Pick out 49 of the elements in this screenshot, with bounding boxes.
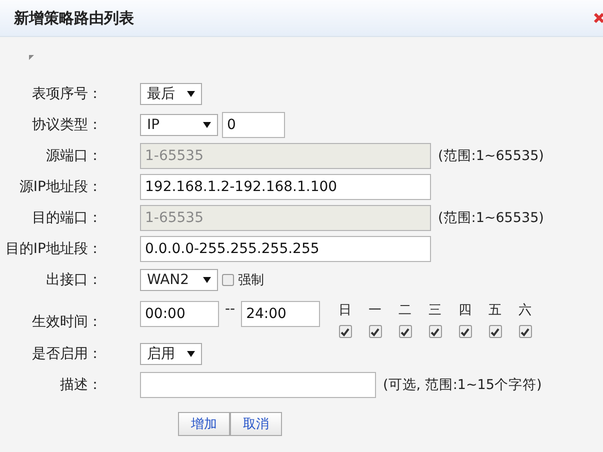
checkbox[interactable] [518, 325, 532, 338]
corner-icon [29, 55, 34, 60]
dropdown[interactable]: 启用 [140, 342, 202, 364]
checkbox-label: 强制 [238, 272, 264, 288]
weekday-label: 五 [488, 302, 502, 319]
weekday-label: 六 [518, 302, 532, 319]
field-label: 生效时间： [31, 313, 103, 331]
checkbox[interactable] [428, 325, 442, 338]
weekday-label: 二 [398, 302, 412, 319]
dropdown[interactable]: IP [140, 114, 218, 136]
caret-icon [187, 90, 195, 96]
time-field[interactable]: 24:00 [241, 301, 320, 327]
range-hint: (范围:1~65535) [438, 208, 544, 226]
form-button[interactable]: 取消 [230, 412, 282, 436]
field-label: 目的端口： [31, 208, 103, 226]
checkbox[interactable] [368, 325, 382, 338]
field-label: 源IP地址段： [18, 178, 103, 196]
form-button[interactable]: 增加 [178, 412, 230, 436]
field-label: 描述： [59, 376, 103, 394]
caret-icon [203, 122, 211, 128]
field-label: 源端口： [45, 146, 103, 164]
checkbox[interactable] [398, 325, 412, 338]
weekday-label: 日 [338, 302, 352, 319]
caret-icon [187, 350, 195, 356]
weekday-label: 一 [368, 302, 382, 319]
range-hint: (范围:1~65535) [438, 146, 544, 164]
checkbox[interactable] [488, 325, 502, 338]
close-icon[interactable] [593, 12, 603, 24]
field-label: 表项序号： [31, 84, 103, 102]
field-label: 是否启用： [31, 344, 103, 362]
checkbox[interactable] [338, 325, 352, 338]
input-field[interactable] [140, 372, 376, 398]
weekday-label: 三 [428, 302, 442, 319]
dropdown[interactable]: 最后 [140, 82, 202, 104]
weekday-label: 四 [458, 302, 472, 319]
dialog-title: 新增策略路由列表 [12, 8, 134, 28]
checkbox[interactable] [222, 274, 234, 286]
caret-icon [203, 276, 211, 282]
range-hint: (可选, 范围:1~15个字符) [383, 376, 542, 394]
separator: -- [225, 301, 236, 317]
dropdown[interactable]: WAN2 [140, 268, 218, 290]
field-label: 出接口： [45, 270, 103, 288]
checkbox[interactable] [458, 325, 472, 338]
time-field[interactable]: 00:00 [140, 301, 219, 327]
input-field[interactable]: 0 [222, 112, 285, 138]
input-field[interactable]: 0.0.0.0-255.255.255.255 [140, 236, 431, 262]
input-field[interactable]: 192.168.1.2-192.168.1.100 [140, 174, 431, 200]
field-label: 目的IP地址段： [4, 240, 103, 258]
field-label: 协议类型： [31, 116, 103, 134]
